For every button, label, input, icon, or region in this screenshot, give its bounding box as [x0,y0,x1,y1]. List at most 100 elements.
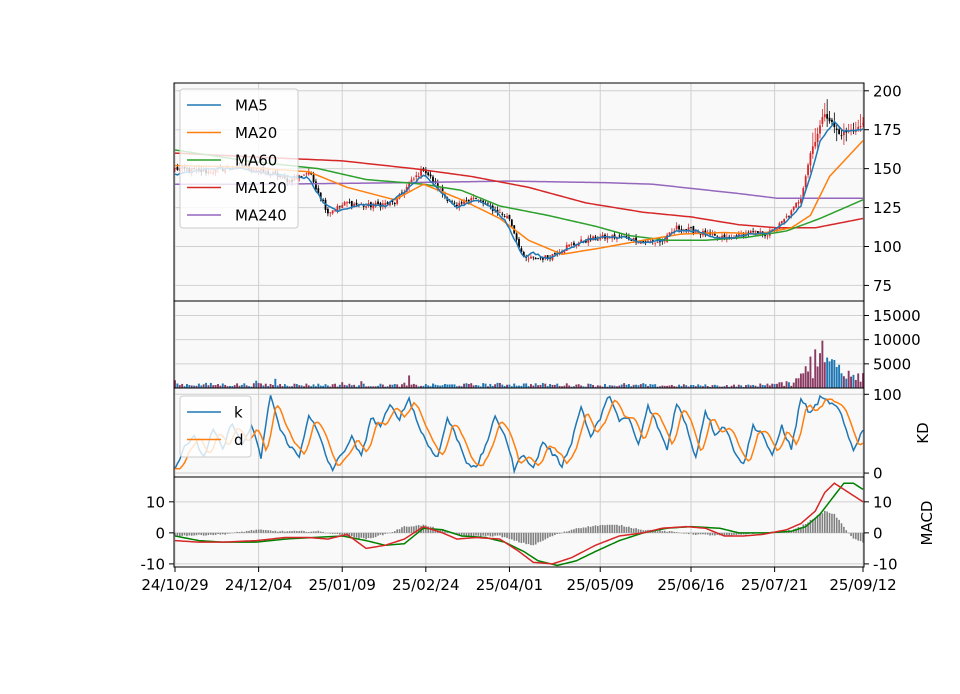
volume-bar [401,384,403,388]
volume-bar [829,361,831,388]
candle-body [430,175,432,177]
macd-histogram-bar [227,533,229,534]
macd-histogram-bar [408,527,410,533]
macd-histogram-bar [203,533,205,536]
candle-body [516,233,518,239]
candle-body [783,219,785,223]
candle-body [767,236,769,237]
volume-bar [444,384,446,388]
panel-background-macd [174,477,864,567]
macd-histogram-bar [282,531,284,533]
macd-histogram-bar [829,513,831,533]
macd-histogram-bar [315,531,317,533]
macd-histogram-bar [487,533,489,536]
macd-histogram-bar [478,533,480,536]
x-tick-label: 25/05/09 [567,576,634,594]
macd-histogram-bar [198,533,200,535]
volume-bar [489,384,491,388]
macd-histogram-bar [279,531,281,533]
volume-y-tick-label: 15000 [873,307,921,325]
macd-histogram-bar [671,531,673,533]
volume-bar [628,384,630,388]
macd-histogram-bar [294,531,296,533]
macd-histogram-bar [191,533,193,536]
macd-histogram-bar [664,531,666,533]
volume-bar [222,383,224,388]
candle-body [413,179,415,180]
macd-left-tick-label: 0 [155,524,165,542]
volume-bar [408,375,410,388]
candle-body [841,135,843,136]
x-tick-label: 25/04/01 [476,576,543,594]
macd-histogram-bar [662,531,664,533]
volume-bar [260,383,262,388]
macd-histogram-bar [714,533,716,536]
macd-histogram-bar [580,528,582,533]
candle-body [826,114,828,119]
macd-histogram-bar [530,533,532,545]
macd-histogram-bar [843,527,845,533]
candle-body [676,226,678,230]
macd-histogram-bar [217,533,219,534]
volume-bar [203,384,205,388]
candle-body [537,258,539,259]
macd-histogram-bar [697,533,699,535]
kd-legend: kd [180,396,251,457]
candle-body [473,198,475,199]
macd-histogram-bar [339,533,341,535]
volume-bar [332,384,334,388]
macd-histogram-bar [528,533,530,544]
macd-histogram-bar [853,533,855,539]
macd-histogram-bar [358,533,360,539]
macd-histogram-bar [516,533,518,541]
macd-histogram-bar [205,533,207,536]
macd-histogram-bar [566,532,568,533]
volume-bar [795,378,797,388]
macd-histogram-bar [616,525,618,533]
volume-bar [566,383,568,388]
candle-body [685,229,687,230]
volume-bar [855,380,857,388]
legend-label-ma60: MA60 [235,152,277,170]
candle-body [821,117,823,124]
candle-body [511,220,513,226]
macd-histogram-bar [590,527,592,533]
candle-body [695,231,697,232]
volume-bar [485,384,487,388]
macd-histogram-bar [236,532,238,533]
candle-body [597,240,599,241]
macd-histogram-bar [540,533,542,542]
macd-histogram-bar [320,532,322,533]
volume-bar [838,365,840,388]
volume-bar [501,385,503,388]
macd-histogram-bar [838,520,840,533]
volume-bar [468,384,470,388]
macd-histogram-bar [819,514,821,533]
volume-bar [578,384,580,388]
macd-histogram-bar [196,533,198,535]
stock-chart: 24/10/2924/12/0425/01/0925/02/2425/04/01… [0,0,960,690]
macd-histogram-bar [189,533,191,536]
macd-histogram-bar [834,514,836,533]
macd-histogram-bar [513,533,515,541]
macd-histogram-bar [485,533,487,536]
macd-histogram-bar [521,533,523,543]
macd-histogram-bar [621,525,623,533]
macd-histogram-bar [568,531,570,533]
macd-histogram-bar [573,529,575,533]
volume-bar [774,384,776,388]
volume-bar [817,367,819,388]
volume-bar [649,384,651,388]
macd-histogram-bar [490,533,492,537]
macd-histogram-bar [220,533,222,535]
macd-histogram-bar [179,533,181,536]
candle-body [752,231,754,232]
volume-bar [508,385,510,388]
macd-histogram-bar [556,533,558,534]
stock-chart-svg: 24/10/2924/12/0425/01/0925/02/2425/04/01… [0,0,960,690]
volume-bar [382,385,384,388]
candle-body [571,244,573,245]
macd-histogram-bar [499,533,501,536]
macd-histogram-bar [564,532,566,533]
macd-histogram-bar [542,533,544,541]
